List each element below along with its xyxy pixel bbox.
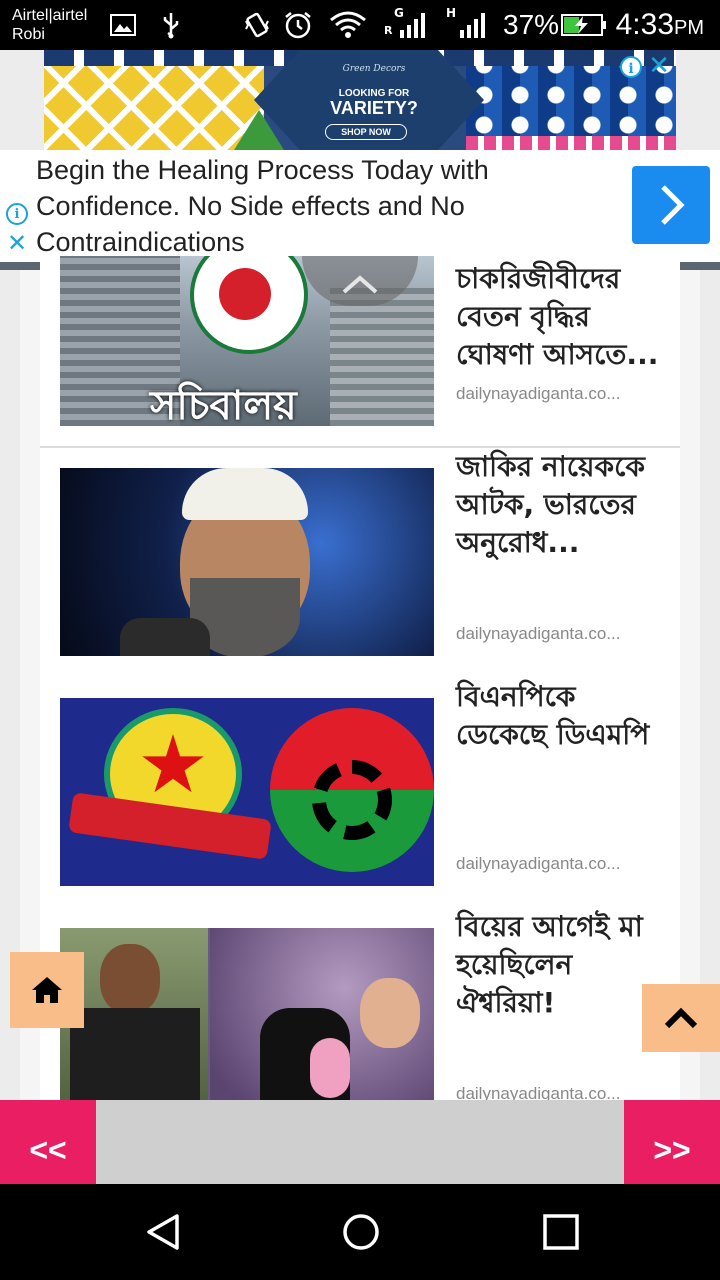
ad-dismiss-icon[interactable]: ✕ <box>6 231 28 255</box>
government-seal-icon <box>190 256 308 354</box>
portrait-cap <box>182 468 308 520</box>
battery-charging-icon <box>560 10 608 40</box>
system-nav-bar <box>0 1184 720 1280</box>
news-thumbnail[interactable] <box>60 468 434 656</box>
news-title[interactable]: জাকির নায়েককে আটক, ভারতের অনুরোধ... <box>456 448 666 562</box>
news-title[interactable]: বিএনপিকে ডেকেছে ডিএমপি <box>456 678 666 754</box>
home-icon <box>32 977 62 1003</box>
home-button[interactable] <box>10 952 84 1028</box>
ad-pattern-stripe <box>466 136 676 150</box>
ad-text-copy[interactable]: Begin the Healing Process Today with Con… <box>36 152 616 260</box>
text-ad[interactable]: i ✕ Begin the Healing Process Today with… <box>0 150 720 270</box>
next-page-button[interactable]: >> <box>624 1100 720 1184</box>
signal-2-icon: H <box>444 6 490 40</box>
party-emblem-icon <box>270 708 434 872</box>
photo-left-face <box>100 944 160 1014</box>
seal-red-disc <box>219 268 271 320</box>
ad-choices-icon[interactable]: i <box>620 56 642 78</box>
clock-ampm: PM <box>674 17 704 39</box>
chevron-up-icon <box>664 1007 698 1029</box>
news-source: dailynayadiganta.co... <box>456 854 621 873</box>
ad-open-button[interactable] <box>632 166 710 244</box>
carrier-label: Airtel|airtel Robi <box>12 6 87 44</box>
vibrate-icon <box>242 10 272 40</box>
news-card[interactable]: বিএনপিকে ডেকেছে ডিএমপি dailynayadiganta.… <box>40 678 680 910</box>
usb-icon <box>156 10 186 40</box>
news-card[interactable]: জাকির নায়েককে আটক, ভারতের অনুরোধ... dai… <box>40 448 680 680</box>
photo-right-face <box>360 978 420 1048</box>
ad-close-icon[interactable]: ✕ <box>646 52 672 80</box>
alarm-icon <box>282 10 314 40</box>
clock-time: 4:33 <box>615 8 674 41</box>
building-right <box>330 286 434 426</box>
network-roaming: R <box>384 24 393 37</box>
page-content: Green Decors LOOKING FOR VARIETY? SHOP N… <box>0 50 720 1100</box>
chevron-up-icon <box>342 275 378 294</box>
news-thumbnail[interactable] <box>60 928 434 1100</box>
network-type-2: H <box>446 6 457 20</box>
status-bar: Airtel|airtel Robi G R H 37% 4:33PM <box>0 0 720 50</box>
news-title[interactable]: চাকরিজীবীদের বেতন বৃদ্ধির ঘোষণা আসতে... <box>456 260 666 374</box>
photo-left-jacket <box>70 1008 200 1100</box>
news-source: dailynayadiganta.co... <box>456 384 621 403</box>
wifi-icon <box>328 10 368 40</box>
scroll-to-top-button[interactable] <box>642 984 720 1052</box>
carrier-line-1: Airtel|airtel <box>12 7 88 24</box>
photo-right-child <box>310 1038 350 1098</box>
news-thumbnail[interactable] <box>60 698 434 886</box>
pager: << >> <box>0 1100 720 1184</box>
ad-brand: Green Decors <box>342 64 406 74</box>
recents-icon[interactable] <box>541 1212 581 1252</box>
star-icon <box>142 734 204 793</box>
thumbnail-caption: সচিবালয় <box>150 383 297 426</box>
network-type-1: G <box>394 6 404 20</box>
ad-banner[interactable]: Green Decors LOOKING FOR VARIETY? SHOP N… <box>44 50 676 150</box>
ad-shop-now-button[interactable]: SHOP NOW <box>325 124 407 140</box>
chevron-right-icon <box>661 185 685 225</box>
previous-page-button[interactable]: << <box>0 1100 96 1184</box>
gallery-icon <box>108 10 138 40</box>
news-feed: সচিবালয় চাকরিজীবীদের বেতন বৃদ্ধির ঘোষণা… <box>20 256 700 1100</box>
signal-1-icon: G R <box>380 6 434 40</box>
gear-icon <box>312 760 392 840</box>
news-source: dailynayadiganta.co... <box>456 624 621 643</box>
news-card[interactable]: বিয়ের আগেই মা হয়েছিলেন ঐশ্বরিয়া! dail… <box>40 908 680 1100</box>
microphone-shape <box>120 618 210 656</box>
ad-info-icon[interactable]: i <box>6 203 28 225</box>
back-icon[interactable] <box>143 1212 183 1252</box>
battery-percent: 37% <box>503 9 560 40</box>
ad-headline: VARIETY? <box>330 98 418 118</box>
home-circle-icon[interactable] <box>341 1212 381 1252</box>
news-source: dailynayadiganta.co... <box>456 1084 621 1100</box>
news-title[interactable]: বিয়ের আগেই মা হয়েছিলেন ঐশ্বরিয়া! <box>456 908 666 1022</box>
clock: 4:33PM <box>616 8 704 42</box>
carrier-line-2: Robi <box>12 26 45 43</box>
